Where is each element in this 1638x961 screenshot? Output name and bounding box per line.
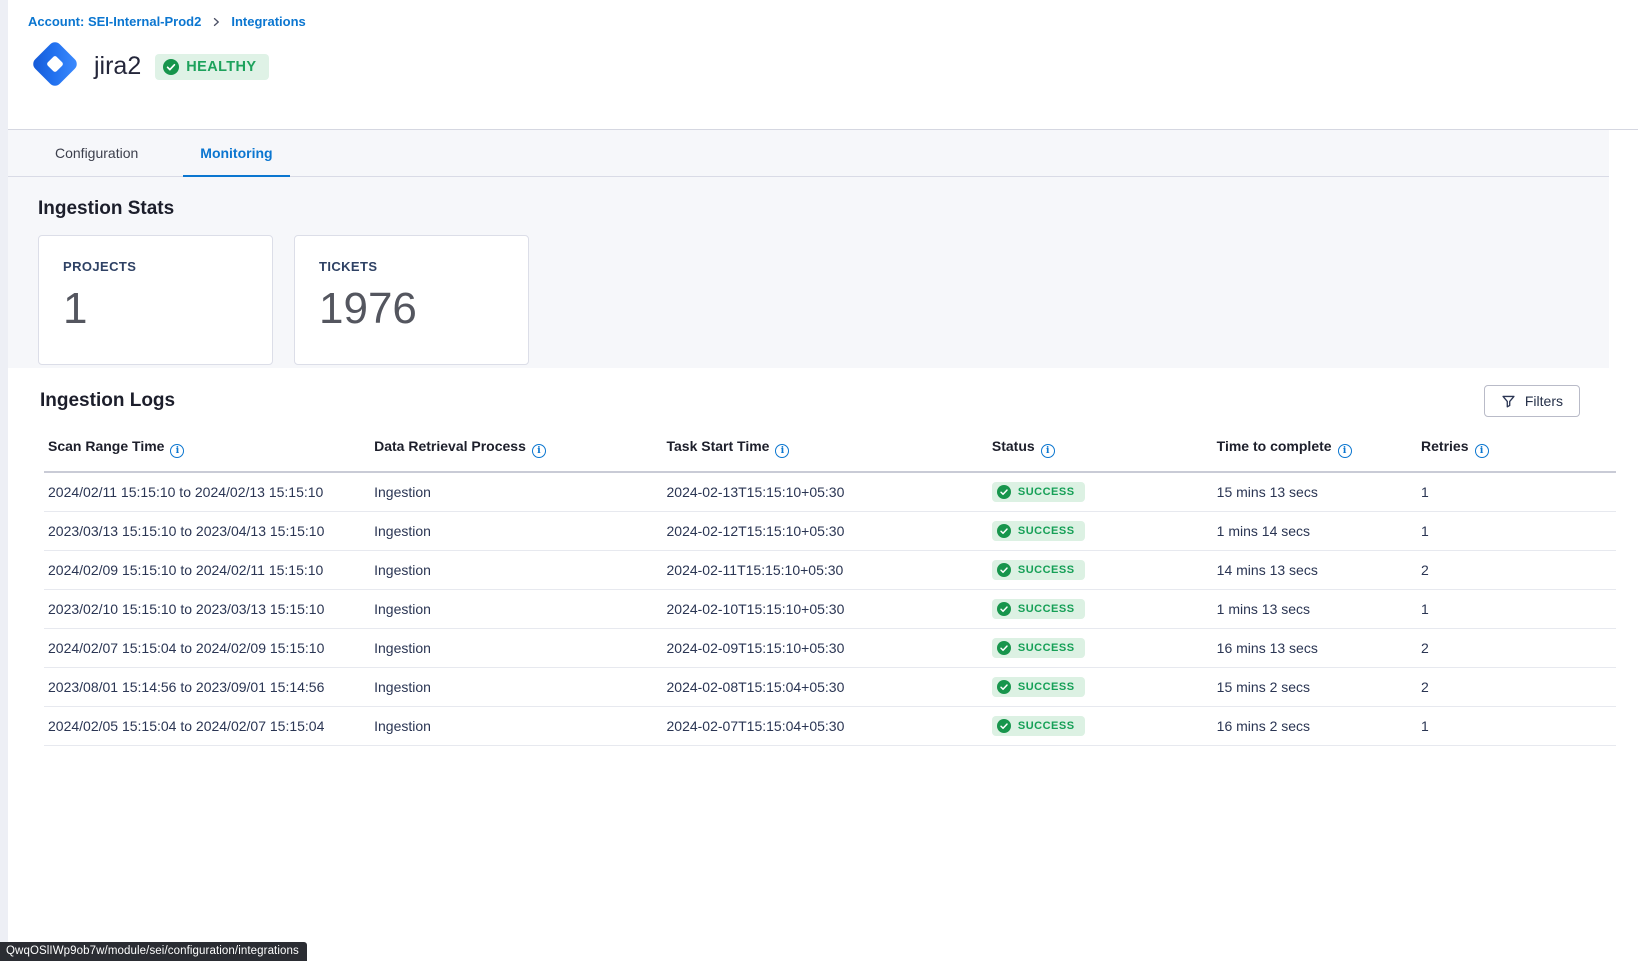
filters-button-label: Filters [1525,393,1563,409]
health-status-badge: HEALTHY [155,54,269,80]
check-circle-icon [997,524,1011,538]
status-badge: SUCCESS [992,599,1085,619]
ingestion-logs-heading: Ingestion Logs [40,390,175,412]
status-badge: SUCCESS [992,521,1085,541]
table-row: 2023/03/13 15:15:10 to 2023/04/13 15:15:… [44,511,1616,550]
col-scan-range-time: Scan Range Time [44,425,374,472]
page-title: jira2 [94,52,141,81]
info-circle-icon[interactable] [170,444,184,458]
info-circle-icon[interactable] [1475,444,1489,458]
col-task-start-time: Task Start Time [667,425,992,472]
health-status-label: HEALTHY [186,59,256,75]
check-circle-icon [163,59,179,75]
status-badge: SUCCESS [992,638,1085,658]
tabbar: Configuration Monitoring [8,130,1609,177]
breadcrumb: Account: SEI-Internal-Prod2 Integrations [28,14,1638,29]
stat-label: TICKETS [319,259,528,274]
table-row: 2024/02/05 15:15:04 to 2024/02/07 15:15:… [44,706,1616,745]
stat-value: 1 [63,287,272,331]
status-badge: SUCCESS [992,677,1085,697]
monitoring-panel: Configuration Monitoring Ingestion Stats… [8,130,1638,368]
col-retries: Retries [1421,425,1616,472]
table-header-row: Scan Range Time Data Retrieval Process T… [44,425,1616,472]
filters-button[interactable]: Filters [1484,385,1580,417]
table-row: 2023/08/01 15:14:56 to 2023/09/01 15:14:… [44,667,1616,706]
stat-value: 1976 [319,287,528,331]
status-badge: SUCCESS [992,716,1085,736]
status-badge: SUCCESS [992,560,1085,580]
chevron-right-icon [210,16,222,28]
check-circle-icon [997,485,1011,499]
check-circle-icon [997,719,1011,733]
stat-label: PROJECTS [63,259,272,274]
table-row: 2024/02/07 15:15:04 to 2024/02/09 15:15:… [44,628,1616,667]
page-header: Account: SEI-Internal-Prod2 Integrations [8,0,1638,130]
stat-card-tickets: TICKETS 1976 [294,235,529,365]
stat-cards: PROJECTS 1 TICKETS 1976 [38,235,1638,365]
info-circle-icon[interactable] [532,444,546,458]
breadcrumb-integrations-link[interactable]: Integrations [231,14,305,29]
info-circle-icon[interactable] [775,444,789,458]
table-row: 2024/02/11 15:15:10 to 2024/02/13 15:15:… [44,472,1616,512]
tab-configuration[interactable]: Configuration [38,130,155,177]
col-status: Status [992,425,1217,472]
status-badge: SUCCESS [992,482,1085,502]
funnel-icon [1501,394,1516,409]
ingestion-logs-section: Ingestion Logs Filters Scan Range Time D… [8,368,1638,961]
stat-card-projects: PROJECTS 1 [38,235,273,365]
check-circle-icon [997,680,1011,694]
ingestion-logs-table: Scan Range Time Data Retrieval Process T… [44,425,1616,746]
scrollbar-gutter [1609,130,1638,368]
breadcrumb-account-link[interactable]: Account: SEI-Internal-Prod2 [28,14,201,29]
info-circle-icon[interactable] [1338,444,1352,458]
check-circle-icon [997,641,1011,655]
check-circle-icon [997,563,1011,577]
col-time-to-complete: Time to complete [1217,425,1421,472]
jira-logo [28,37,82,96]
table-row: 2024/02/09 15:15:10 to 2024/02/11 15:15:… [44,550,1616,589]
title-row: jira2 HEALTHY [28,37,1638,96]
link-preview-tooltip: QwqOSlIWp9ob7w/module/sei/configuration/… [0,942,307,961]
tab-monitoring[interactable]: Monitoring [183,130,289,177]
col-data-retrieval-process: Data Retrieval Process [374,425,666,472]
info-circle-icon[interactable] [1041,444,1055,458]
ingestion-stats-heading: Ingestion Stats [8,177,1638,220]
check-circle-icon [997,602,1011,616]
table-row: 2023/02/10 15:15:10 to 2023/03/13 15:15:… [44,589,1616,628]
